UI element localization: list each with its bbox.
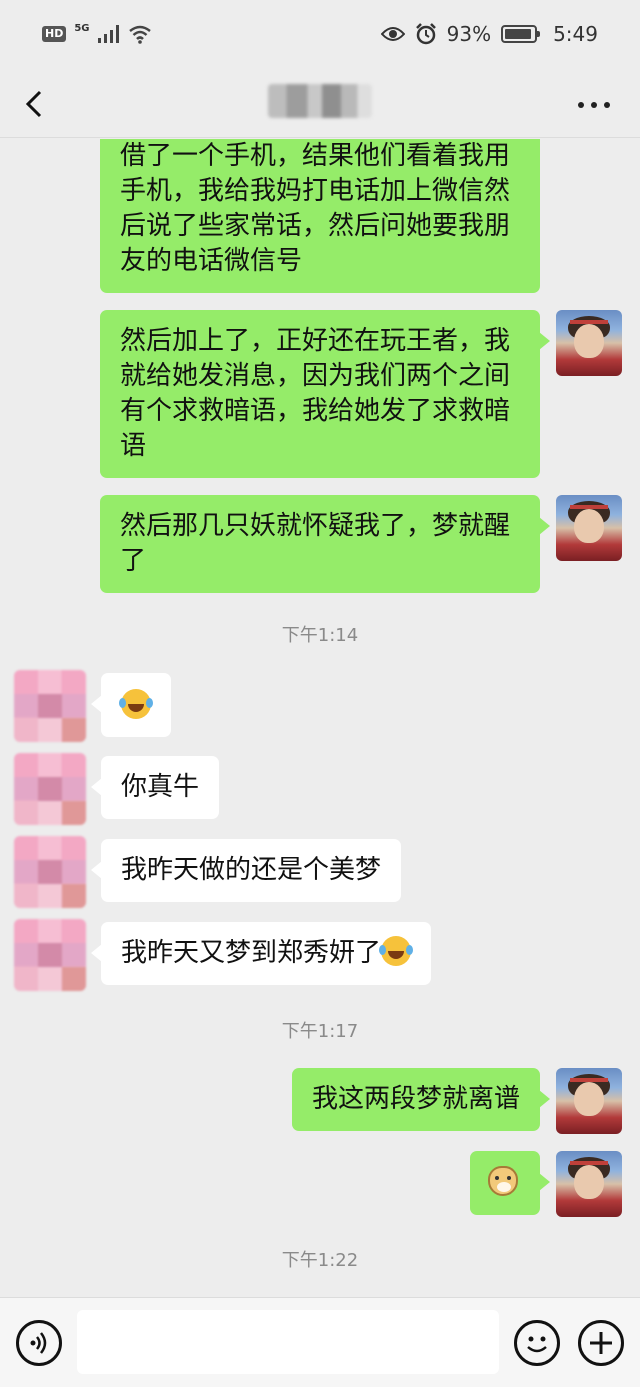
- message-text: 然后加上了，正好还在玩王者，我就给她发消息，因为我们两个之间有个求救暗语，我给她…: [120, 326, 511, 461]
- timestamp: 下午1:14: [281, 625, 359, 646]
- message-bubble-sent[interactable]: 借了一个手机，结果他们看着我用手机，我给我妈打电话加上微信然后说了些家常话，然后…: [100, 139, 540, 293]
- status-bar: HD 5G 93% 5:49: [0, 0, 640, 72]
- chat-header: [0, 72, 640, 138]
- my-avatar[interactable]: [556, 1151, 622, 1217]
- message-text: 你真牛: [121, 772, 200, 802]
- message-text: 我昨天做的还是个美梦: [121, 855, 382, 885]
- message-bubble-sent[interactable]: 然后加上了，正好还在玩王者，我就给她发消息，因为我们两个之间有个求救暗语，我给她…: [100, 310, 550, 478]
- my-avatar[interactable]: [556, 310, 622, 376]
- message-bubble-sent[interactable]: 然后那几只妖就怀疑我了，梦就醒了: [100, 495, 550, 593]
- message-bubble-received[interactable]: 我昨天做的还是个美梦: [90, 839, 402, 902]
- chevron-left-icon[interactable]: [18, 84, 58, 124]
- contact-avatar[interactable]: [14, 836, 86, 908]
- message-text: 然后那几只妖就怀疑我了，梦就醒了: [120, 511, 511, 576]
- battery-percent: 93%: [446, 22, 492, 46]
- contact-avatar[interactable]: [14, 919, 86, 991]
- message-input-bar: [0, 1297, 640, 1387]
- chat-history[interactable]: 借了一个手机，结果他们看着我用手机，我给我妈打电话加上微信然后说了些家常话，然后…: [0, 139, 640, 1297]
- contact-avatar[interactable]: [14, 753, 86, 825]
- more-dots-icon[interactable]: [578, 90, 610, 120]
- message-text: 我昨天又梦到郑秀妍了: [121, 938, 382, 968]
- message-input[interactable]: [77, 1310, 499, 1374]
- network-label: 5G: [74, 22, 90, 34]
- my-avatar[interactable]: [556, 1068, 622, 1134]
- message-text: 借了一个手机，结果他们看着我用手机，我给我妈打电话加上微信然后说了些家常话，然后…: [120, 141, 511, 276]
- message-bubble-sent[interactable]: [470, 1151, 550, 1215]
- contact-avatar[interactable]: [14, 670, 86, 742]
- timestamp: 下午1:17: [281, 1021, 359, 1042]
- timestamp: 下午1:22: [281, 1250, 359, 1271]
- message-bubble-sent[interactable]: 我这两段梦就离谱: [291, 1068, 551, 1131]
- doge-emoji: [488, 1166, 518, 1196]
- hd-indicator: HD: [42, 26, 67, 42]
- alarm-icon: [415, 23, 436, 45]
- message-text: 我这两段梦就离谱: [311, 1084, 520, 1114]
- message-bubble-received[interactable]: [91, 673, 171, 737]
- my-avatar[interactable]: [556, 495, 622, 561]
- voice-icon[interactable]: [16, 1320, 62, 1366]
- wifi-icon: [128, 25, 151, 44]
- signal-icon: [97, 25, 119, 43]
- laughing-tears-emoji: [119, 689, 151, 719]
- emoji-icon[interactable]: [514, 1320, 560, 1366]
- battery-icon: [501, 25, 541, 43]
- plus-icon[interactable]: [578, 1320, 624, 1366]
- message-bubble-received[interactable]: 我昨天又梦到郑秀妍了: [90, 922, 432, 985]
- message-bubble-received[interactable]: 你真牛: [90, 756, 220, 819]
- laughing-tears-emoji: [379, 936, 412, 966]
- contact-name-blurred: [268, 84, 372, 118]
- eye-icon: [380, 27, 405, 41]
- clock-time: 5:49: [553, 22, 598, 46]
